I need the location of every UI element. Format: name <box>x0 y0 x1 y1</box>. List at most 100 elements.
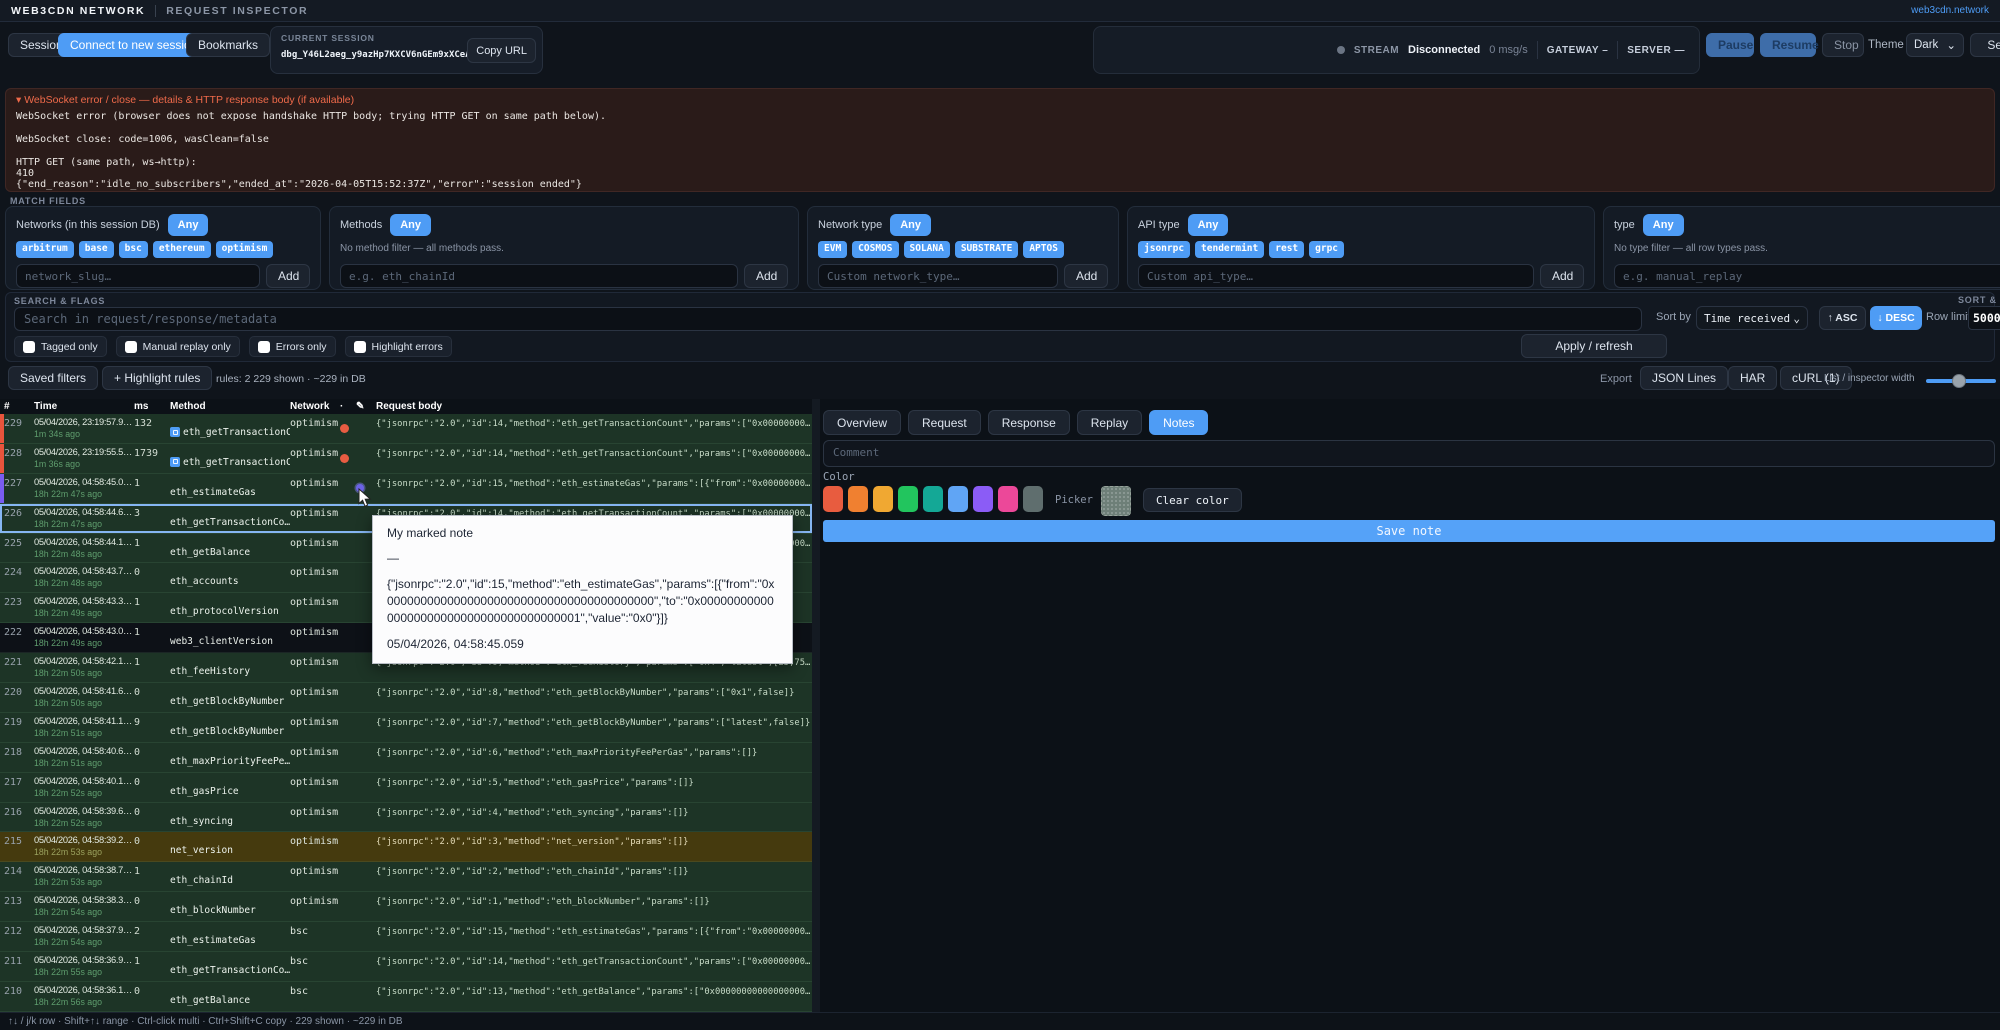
api-type-any-button[interactable]: Any <box>1187 214 1229 236</box>
table-row[interactable]: 220 05/04/2026, 04:58:41.6… 18h 22m 50s ag… <box>0 683 812 713</box>
color-swatch-2[interactable] <box>848 486 868 512</box>
color-swatch-8[interactable] <box>998 486 1018 512</box>
chip-base[interactable]: base <box>78 241 114 258</box>
table-row[interactable]: 217 05/04/2026, 04:58:40.1… 18h 22m 52s ag… <box>0 772 812 803</box>
network-type-any-button[interactable]: Any <box>890 214 931 236</box>
color-swatch-6[interactable] <box>948 486 968 512</box>
color-swatch-1[interactable] <box>823 486 843 512</box>
chip-rest[interactable]: rest <box>1269 241 1305 258</box>
table-row[interactable]: 211 05/04/2026, 04:58:36.9… 18h 22m 55s ag… <box>0 952 812 982</box>
tab-notes[interactable]: Notes <box>1149 410 1209 435</box>
color-swatch-5[interactable] <box>923 486 943 512</box>
column-header[interactable]: Method <box>170 401 290 412</box>
column-header[interactable]: ✎ <box>356 401 376 412</box>
chip-APTOS[interactable]: APTOS <box>1023 241 1064 258</box>
color-swatch-9[interactable] <box>1023 486 1043 512</box>
tab-replay[interactable]: Replay <box>1076 410 1143 435</box>
flag-manual-replay-only[interactable]: Manual replay only <box>115 336 240 357</box>
network-slug-input[interactable] <box>16 264 260 288</box>
apply-refresh-button[interactable]: Apply / refresh <box>1521 334 1667 358</box>
column-header[interactable]: ms <box>134 401 170 412</box>
error-panel-title[interactable]: ▾ WebSocket error / close — details & HT… <box>16 94 1984 106</box>
api-type-add-button[interactable]: Add <box>1540 264 1584 288</box>
theme-select[interactable]: Dark ⌄ <box>1906 33 1964 57</box>
table-row[interactable]: 228 05/04/2026, 23:19:55.5… 1m 36s ago 1739… <box>0 443 812 474</box>
list-inspector-divider[interactable] <box>812 399 820 1012</box>
networks-chips: arbitrum base bsc ethereum optimism <box>16 241 310 258</box>
column-header[interactable]: # <box>4 401 34 412</box>
table-row[interactable]: 210 05/04/2026, 04:58:36.1… 18h 22m 56s ag… <box>0 981 812 1012</box>
copy-url-button[interactable]: Copy URL <box>467 38 536 63</box>
search-input[interactable] <box>14 307 1642 331</box>
highlight-rules-button[interactable]: + Highlight rules <box>102 366 213 390</box>
row-note-cell <box>356 832 376 861</box>
settings-button[interactable]: Settings <box>1970 33 2000 57</box>
network-type-add-button[interactable]: Add <box>1064 264 1108 288</box>
column-header[interactable]: Request body <box>376 401 812 412</box>
sort-asc-button[interactable]: ↑ ASC <box>1819 306 1866 330</box>
checkbox[interactable] <box>124 340 137 353</box>
table-row[interactable]: 229 05/04/2026, 23:19:57.9… 1m 34s ago 132 e… <box>0 414 812 444</box>
table-row[interactable]: 212 05/04/2026, 04:58:37.9… 18h 22m 54s ag… <box>0 922 812 953</box>
row-type-any-button[interactable]: Any <box>1642 214 1684 236</box>
networks-add-button[interactable]: Add <box>266 264 310 288</box>
chip-COSMOS[interactable]: COSMOS <box>852 241 899 258</box>
row-limit-input[interactable]: 50000 ▲▼ <box>1968 306 2000 330</box>
sort-desc-button[interactable]: ↓ DESC <box>1870 306 1922 330</box>
chip-arbitrum[interactable]: arbitrum <box>16 241 74 258</box>
table-row[interactable]: 218 05/04/2026, 04:58:40.6… 18h 22m 51s ag… <box>0 742 812 773</box>
chip-SUBSTRATE[interactable]: SUBSTRATE <box>954 241 1019 258</box>
chip-bsc[interactable]: bsc <box>118 241 148 258</box>
row-type-input[interactable] <box>1614 264 2000 288</box>
export-har-button[interactable]: HAR <box>1728 366 1778 390</box>
tab-request[interactable]: Request <box>908 410 981 435</box>
table-row[interactable]: 219 05/04/2026, 04:58:41.1… 18h 22m 51s ag… <box>0 712 812 743</box>
export-json-lines-button[interactable]: JSON Lines <box>1640 366 1729 390</box>
table-row[interactable]: 227 05/04/2026, 04:58:45.0… 18h 22m 47s ag… <box>0 473 812 504</box>
column-header[interactable]: Network <box>290 401 340 412</box>
domain-link[interactable]: web3cdn.network <box>1911 5 1989 16</box>
color-picker-box[interactable] <box>1100 486 1131 516</box>
column-header[interactable]: Time <box>34 401 134 412</box>
table-row[interactable]: 216 05/04/2026, 04:58:39.6… 18h 22m 52s ag… <box>0 802 812 833</box>
table-row[interactable]: 215 05/04/2026, 04:58:39.2… 18h 22m 53s ag… <box>0 832 812 863</box>
pause-button[interactable]: Pause <box>1706 33 1754 57</box>
network-type-input[interactable] <box>818 264 1058 288</box>
sort-by-select[interactable]: Time received ⌄ <box>1696 306 1808 330</box>
method-input[interactable] <box>340 264 738 288</box>
flag-errors-only[interactable]: Errors only <box>248 336 336 357</box>
methods-any-button[interactable]: Any <box>390 214 431 236</box>
color-swatch-3[interactable] <box>873 486 893 512</box>
chip-SOLANA[interactable]: SOLANA <box>903 241 950 258</box>
tab-response[interactable]: Response <box>987 410 1070 435</box>
tab-overview[interactable]: Overview <box>823 410 902 435</box>
methods-add-button[interactable]: Add <box>744 264 788 288</box>
checkbox[interactable] <box>353 340 366 353</box>
comment-input[interactable] <box>823 440 1995 467</box>
clear-color-button[interactable]: Clear color <box>1142 488 1242 512</box>
slider-handle[interactable] <box>1952 374 1966 388</box>
stop-button[interactable]: Stop <box>1822 33 1864 57</box>
flag-highlight-errors[interactable]: Highlight errors <box>344 336 452 357</box>
saved-filters-button[interactable]: Saved filters <box>8 366 99 390</box>
api-type-input[interactable] <box>1138 264 1534 288</box>
checkbox[interactable] <box>23 340 35 353</box>
chip-grpc[interactable]: grpc <box>1309 241 1345 258</box>
color-swatch-7[interactable] <box>973 486 993 512</box>
table-row[interactable]: 213 05/04/2026, 04:58:38.3… 18h 22m 54s ag… <box>0 892 812 923</box>
chip-ethereum[interactable]: ethereum <box>152 241 211 258</box>
save-note-button[interactable]: Save note <box>823 520 1995 542</box>
color-swatch-4[interactable] <box>898 486 918 512</box>
flag-tagged-only[interactable]: Tagged only <box>14 336 107 357</box>
chip-optimism[interactable]: optimism <box>215 241 274 258</box>
inspector-width-slider[interactable] <box>1926 374 1996 388</box>
chip-tendermint[interactable]: tendermint <box>1195 241 1265 258</box>
column-header[interactable]: · <box>340 401 356 412</box>
chip-EVM[interactable]: EVM <box>818 241 848 258</box>
table-row[interactable]: 214 05/04/2026, 04:58:38.7… 18h 22m 53s ag… <box>0 862 812 893</box>
checkbox[interactable] <box>257 340 270 353</box>
resume-button[interactable]: Resume <box>1760 33 1819 57</box>
bookmarks-button[interactable]: Bookmarks <box>186 33 271 57</box>
networks-any-button[interactable]: Any <box>167 214 209 236</box>
chip-jsonrpc[interactable]: jsonrpc <box>1138 241 1191 258</box>
